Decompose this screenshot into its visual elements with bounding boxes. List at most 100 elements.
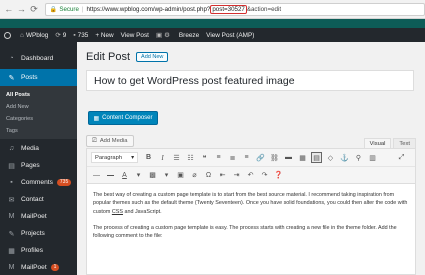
chevron-down-icon[interactable]: ▾ bbox=[133, 170, 144, 181]
pages-icon: ▤ bbox=[8, 162, 15, 170]
anchor-icon[interactable]: ⚓ bbox=[339, 152, 350, 163]
page-header: Edit Post Add New bbox=[86, 51, 169, 63]
lock-icon: 🔒 bbox=[49, 6, 58, 13]
sidebar-item-contact[interactable]: ✉ Contact bbox=[0, 191, 77, 208]
editor-toolbar-secondary: — — A ▾ ▩ ▾ ▣ ⌀ Ω ⇤ ⇥ ↶ ↷ ❓ bbox=[87, 167, 415, 184]
chevron-down-icon[interactable]: ▾ bbox=[161, 170, 172, 181]
paragraph-1: The best way of creating a custom page t… bbox=[93, 191, 411, 216]
toolbar-toggle-icon[interactable]: ▤ bbox=[311, 152, 322, 163]
updates-link[interactable]: ⟳ 9 bbox=[55, 31, 67, 40]
admin-bar: ⌂ WPblog ⟳ 9 ▪ 735 + New View Post ▣ ⚙ Breez… bbox=[0, 28, 425, 42]
comments-link[interactable]: ▪ 735 bbox=[73, 32, 88, 39]
sidebar-item-projects[interactable]: ✎ Projects bbox=[0, 225, 77, 242]
settings-icon: ⚙ bbox=[164, 32, 170, 39]
mailpoet-icon: M bbox=[8, 264, 15, 271]
sidebar-item-posts[interactable]: ✎ Posts bbox=[0, 69, 77, 86]
help-icon[interactable]: ❓ bbox=[273, 170, 284, 181]
link-icon[interactable]: 🔗 bbox=[255, 152, 266, 163]
sidebar-item-dashboard[interactable]: ◔ Dashboard bbox=[0, 50, 77, 67]
text-color-icon[interactable]: A bbox=[119, 170, 130, 181]
fullscreen-icon[interactable]: ⤢ bbox=[396, 152, 407, 163]
admin-sidebar: ◔ Dashboard ✎ Posts All Posts Add New Ca… bbox=[0, 42, 77, 275]
sidebar-item-profiles[interactable]: ▦ Profiles bbox=[0, 242, 77, 259]
strikethrough-icon[interactable]: — bbox=[105, 170, 116, 181]
reload-icon[interactable]: ⟳ bbox=[29, 4, 39, 14]
submenu-all-posts[interactable]: All Posts bbox=[0, 89, 77, 100]
bold-icon[interactable]: B bbox=[143, 152, 154, 163]
new-content-link[interactable]: + New bbox=[95, 32, 113, 39]
align-left-icon[interactable]: ≡ bbox=[213, 152, 224, 163]
secure-label: Secure bbox=[59, 5, 79, 13]
pin-icon: ✎ bbox=[8, 74, 15, 82]
blockquote-icon[interactable]: ❝ bbox=[199, 152, 210, 163]
undo-icon[interactable]: ↶ bbox=[245, 170, 256, 181]
site-name-link[interactable]: ⌂ WPblog bbox=[20, 32, 48, 39]
submenu-tags[interactable]: Tags bbox=[0, 125, 77, 136]
submenu-categories[interactable]: Categories bbox=[0, 113, 77, 124]
background-color-icon[interactable]: ▩ bbox=[147, 170, 158, 181]
indent-icon[interactable]: ⇥ bbox=[231, 170, 242, 181]
wordpress-menu[interactable] bbox=[4, 31, 13, 39]
media-icon: ♫ bbox=[8, 145, 15, 152]
edit-post-main: Edit Post Add New How to get WordPress p… bbox=[77, 42, 425, 275]
outdent-icon[interactable]: ⇤ bbox=[217, 170, 228, 181]
profiles-icon: ▦ bbox=[8, 247, 15, 255]
view-post-link[interactable]: View Post bbox=[121, 32, 149, 39]
layout-icon[interactable]: ▥ bbox=[367, 152, 378, 163]
clear-formatting-icon[interactable]: ⌀ bbox=[189, 170, 200, 181]
search-icon[interactable]: ⚲ bbox=[353, 152, 364, 163]
sidebar-label: Contact bbox=[21, 196, 44, 203]
sidebar-item-media[interactable]: ♫ Media bbox=[0, 140, 77, 157]
horizontal-line-icon[interactable]: — bbox=[91, 170, 102, 181]
url-post-id-highlight: post=30527 bbox=[210, 4, 247, 14]
add-new-button[interactable]: Add New bbox=[136, 52, 169, 62]
page-header-band bbox=[0, 19, 425, 28]
browser-toolbar: ← → ⟳ 🔒 Secure | https://www.wpblog.com/… bbox=[0, 0, 425, 19]
url-text: https://www.wpblog.com/wp-admin/post.php… bbox=[86, 5, 211, 13]
bullet-list-icon[interactable]: ☰ bbox=[171, 152, 182, 163]
view-post-label: View Post bbox=[120, 31, 149, 39]
sidebar-item-mailpoet[interactable]: M MailPoet bbox=[0, 208, 77, 225]
sidebar-item-mailpoet-2[interactable]: M MailPoet 1 bbox=[0, 259, 77, 275]
read-more-icon[interactable]: ▬ bbox=[283, 152, 294, 163]
breeze-link[interactable]: Breeze bbox=[179, 32, 199, 39]
mailpoet-icon: M bbox=[8, 213, 15, 220]
unlink-icon[interactable]: ⛓ bbox=[269, 152, 280, 163]
numbered-list-icon[interactable]: ☷ bbox=[185, 152, 196, 163]
comments-badge: 735 bbox=[56, 179, 72, 186]
updates-count: 9 bbox=[62, 31, 67, 39]
mailpoet-badge: 1 bbox=[50, 264, 60, 271]
view-post-amp-link[interactable]: View Post (AMP) bbox=[206, 32, 254, 39]
content-composer-button[interactable]: ▦ Content Composer bbox=[88, 111, 158, 125]
italic-icon[interactable]: I bbox=[157, 152, 168, 163]
sidebar-label: Pages bbox=[21, 162, 40, 169]
special-character-icon[interactable]: Ω bbox=[203, 170, 214, 181]
site-name: WPblog bbox=[25, 31, 49, 39]
sidebar-item-pages[interactable]: ▤ Pages bbox=[0, 157, 77, 174]
comments-count: 735 bbox=[77, 31, 89, 39]
updates-icon: ⟳ bbox=[55, 32, 61, 39]
submenu-add-new[interactable]: Add New bbox=[0, 101, 77, 112]
sidebar-label: Comments bbox=[21, 179, 53, 186]
forward-icon[interactable]: → bbox=[17, 4, 27, 14]
post-title-input[interactable]: How to get WordPress post featured image bbox=[86, 70, 414, 91]
address-bar[interactable]: 🔒 Secure | https://www.wpblog.com/wp-adm… bbox=[44, 2, 425, 16]
paste-text-icon[interactable]: ▣ bbox=[175, 170, 186, 181]
align-right-icon[interactable]: ≡ bbox=[241, 152, 252, 163]
redo-icon[interactable]: ↷ bbox=[259, 170, 270, 181]
code-icon[interactable]: ◇ bbox=[325, 152, 336, 163]
sidebar-item-comments[interactable]: ▪ Comments 735 bbox=[0, 174, 77, 191]
home-icon: ⌂ bbox=[20, 31, 24, 39]
view-toggle[interactable]: ▣ ⚙ bbox=[156, 31, 172, 39]
composer-icon: ▦ bbox=[93, 115, 100, 122]
sidebar-label: Profiles bbox=[21, 247, 43, 254]
dashboard-icon: ◔ bbox=[9, 55, 14, 62]
add-media-button[interactable]: ⎚ Add Media bbox=[86, 135, 134, 147]
back-icon[interactable]: ← bbox=[4, 4, 14, 14]
format-select[interactable]: Paragraph ▾ bbox=[91, 152, 138, 163]
align-center-icon[interactable]: ≣ bbox=[227, 152, 238, 163]
table-icon[interactable]: ▦ bbox=[297, 152, 308, 163]
post-editor: Paragraph ▾ B I ☰ ☷ ❝ ≡ ≣ ≡ 🔗 ⛓ ▬ ▦ ▤ ◇ … bbox=[86, 148, 416, 275]
editor-content[interactable]: The best way of creating a custom page t… bbox=[93, 191, 411, 248]
format-select-value: Paragraph bbox=[95, 154, 123, 161]
